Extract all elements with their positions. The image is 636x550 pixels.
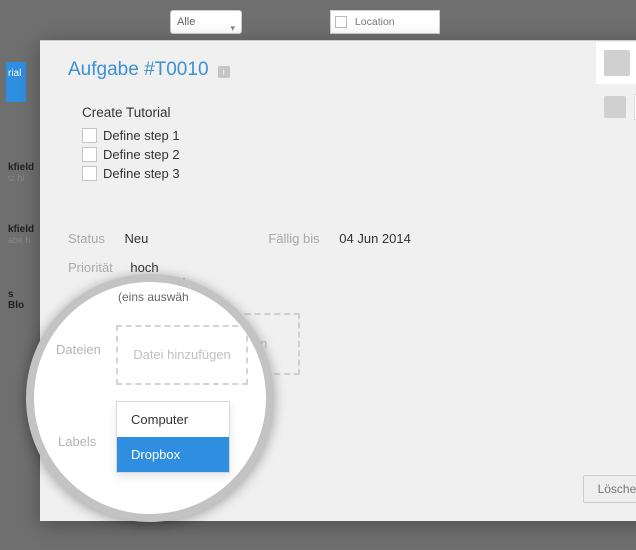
- menu-item-label: Dropbox: [131, 447, 180, 462]
- sidebar-item[interactable]: s Blo: [6, 285, 34, 315]
- priority-label: Priorität: [68, 260, 113, 275]
- title-text: Aufgabe #T0010: [68, 59, 209, 80]
- subtask-label: Define step 1: [103, 128, 180, 143]
- task-description: Create Tutorial Define step 1 Define ste…: [68, 95, 636, 211]
- menu-item-label: Computer: [131, 412, 188, 427]
- status-label: Status: [68, 231, 105, 246]
- chevron-down-icon: ▾: [230, 17, 235, 39]
- files-label: Dateien: [56, 342, 101, 357]
- checkbox-icon[interactable]: [82, 147, 97, 162]
- subtask-row[interactable]: Define step 2: [82, 145, 636, 164]
- menu-item-dropbox[interactable]: Dropbox: [117, 437, 229, 472]
- subtask-label: Define step 3: [103, 166, 180, 181]
- info-icon[interactable]: i: [218, 66, 230, 78]
- location-label: Location: [355, 16, 395, 28]
- user-row[interactable]: Christop vor 6 Mo: [596, 42, 636, 84]
- checkbox-icon[interactable]: [82, 166, 97, 181]
- sidebar-item[interactable]: kfield abe h: [6, 220, 34, 249]
- sidebar-item-sub: abe h: [8, 235, 32, 245]
- due-label: Fällig bis: [268, 231, 319, 246]
- priority-field: Priorität hoch: [68, 260, 636, 275]
- button-label: Löschen: [598, 482, 636, 496]
- avatar: [604, 96, 626, 118]
- checkbox-icon: [335, 16, 347, 28]
- magnifier: (eins auswäh Dateien Datei hinzufügen La…: [26, 274, 274, 522]
- avatar: [604, 50, 630, 76]
- sidebar-item-sub: tz hi: [8, 173, 32, 183]
- checkbox-icon[interactable]: [82, 128, 97, 143]
- location-toggle[interactable]: Location: [330, 10, 440, 34]
- task-title: Aufgabe #T0010 i: [68, 59, 636, 81]
- filter-dropdown[interactable]: Alle ▾: [170, 10, 242, 34]
- labels-label: Labels: [58, 434, 96, 449]
- due-field: Fällig bis 04 Jun 2014: [268, 231, 411, 246]
- upload-menu: Computer Dropbox: [116, 401, 230, 473]
- sidebar-item[interactable]: kfield tz hi: [6, 158, 34, 187]
- priority-value: hoch: [130, 260, 158, 275]
- sidebar-item-label: s Blo: [8, 289, 24, 311]
- activity-panel: Christop vor 6 Mo Schreibe: [596, 42, 636, 120]
- status-field: Status Neu: [68, 231, 148, 246]
- file-dropzone[interactable]: Datei hinzufügen: [116, 325, 248, 385]
- sidebar-item-label: rial: [8, 68, 21, 79]
- select-hint: (eins auswäh: [118, 290, 189, 304]
- subtask-label: Define step 2: [103, 147, 180, 162]
- due-value: 04 Jun 2014: [339, 231, 411, 246]
- status-value: Neu: [124, 231, 148, 246]
- delete-button[interactable]: Löschen: [583, 475, 636, 503]
- filter-label: Alle: [177, 16, 195, 28]
- dropzone-text: Datei hinzufügen: [133, 347, 231, 362]
- sidebar-item-label: kfield: [8, 162, 34, 173]
- menu-item-computer[interactable]: Computer: [117, 402, 229, 437]
- sidebar-item-active[interactable]: rial: [6, 62, 26, 102]
- subtask-row[interactable]: Define step 3: [82, 164, 636, 183]
- subtask-row[interactable]: Define step 1: [82, 126, 636, 145]
- task-name: Create Tutorial: [82, 105, 636, 120]
- sidebar-item-label: kfield: [8, 224, 34, 235]
